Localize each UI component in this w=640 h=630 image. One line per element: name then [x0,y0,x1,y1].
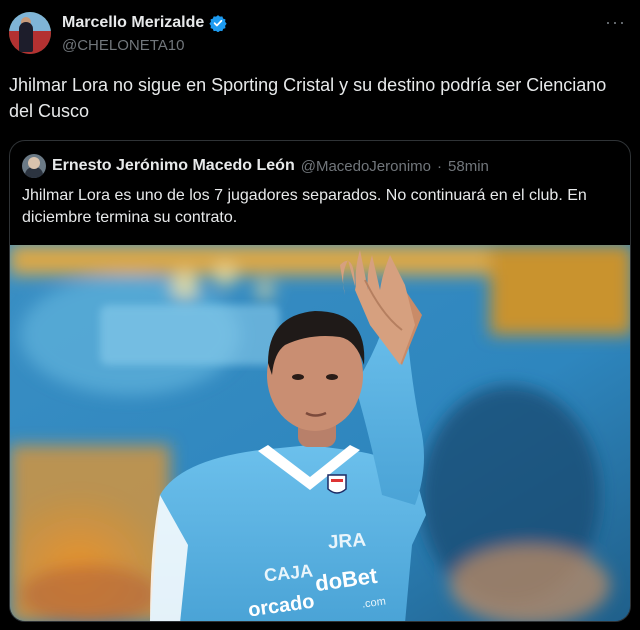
author-name-row: Marcello Merizalde [62,14,227,32]
jersey-sponsor-text-1: JRA [327,529,367,554]
more-options-icon[interactable]: ··· [605,12,626,33]
quoted-text: Jhilmar Lora es uno de los 7 jugadores s… [22,187,587,226]
tweet-text: Jhilmar Lora no sigue en Sporting Crista… [9,75,607,121]
quoted-display-name[interactable]: Ernesto Jerónimo Macedo León [52,157,295,175]
author-avatar[interactable] [9,12,51,54]
player-photo-illustration [10,245,630,621]
quoted-avatar[interactable] [22,154,46,178]
quoted-handle[interactable]: @MacedoJeronimo [301,158,431,175]
quoted-timestamp[interactable]: 58min [448,158,489,175]
quoted-header: Ernesto Jerónimo Macedo León @MacedoJero… [22,154,489,178]
quoted-tweet[interactable]: Ernesto Jerónimo Macedo León @MacedoJero… [9,140,631,622]
quoted-separator: · [437,157,443,175]
author-handle[interactable]: @CHELONETA10 [62,37,184,54]
tweet[interactable]: Marcello Merizalde @CHELONETA10 ··· Jhil… [0,0,640,630]
author-display-name[interactable]: Marcello Merizalde [62,14,204,32]
quoted-photo[interactable]: JRA CAJA doBet .com orcado [10,245,630,621]
verified-badge-icon [209,15,227,32]
